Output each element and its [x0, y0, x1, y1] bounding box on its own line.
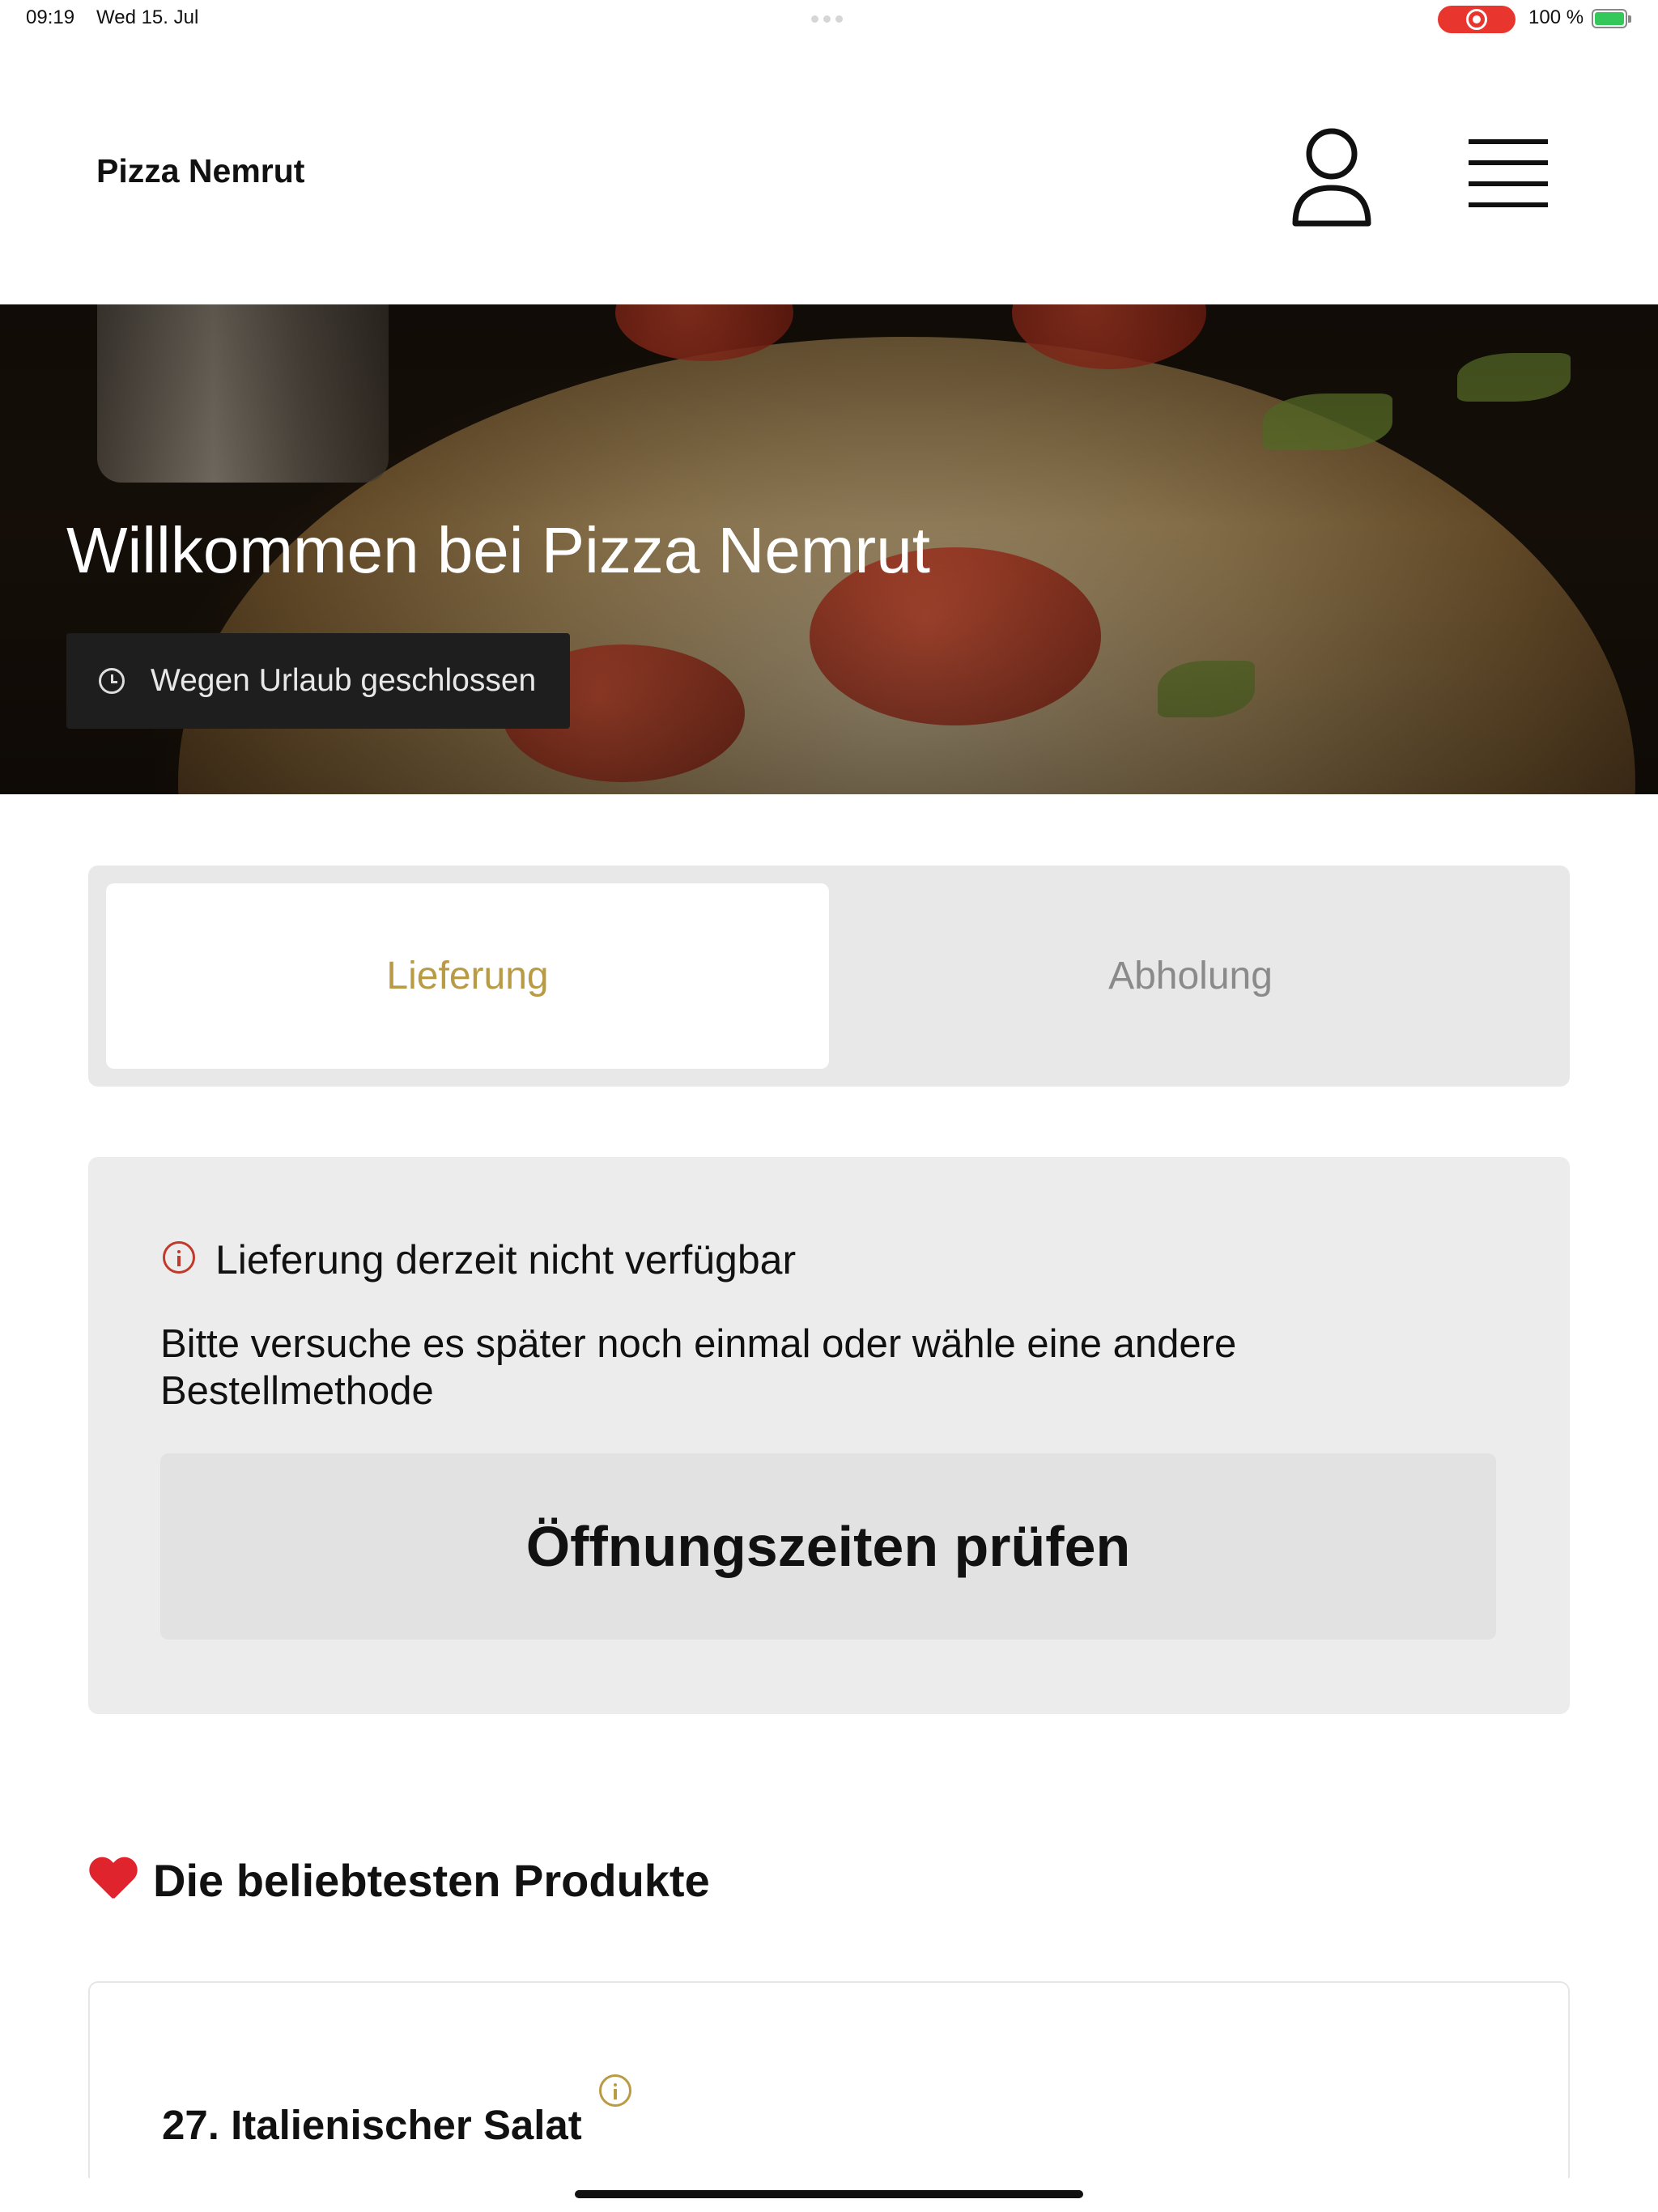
brand-name[interactable]: Pizza Nemrut — [96, 152, 304, 190]
tab-abholung[interactable]: Abholung — [829, 883, 1552, 1069]
status-time: 09:19 — [26, 6, 75, 28]
info-icon[interactable] — [599, 2074, 631, 2107]
info-icon — [163, 1241, 195, 1274]
status-bar: 09:19 Wed 15. Jul 100 % — [0, 0, 1658, 39]
battery-percent: 100 % — [1528, 6, 1584, 28]
hamburger-menu-icon[interactable] — [1464, 130, 1553, 219]
check-opening-hours-button[interactable]: Öffnungszeiten prüfen — [160, 1453, 1496, 1640]
clock-icon — [99, 668, 125, 694]
tab-lieferung[interactable]: Lieferung — [106, 883, 829, 1069]
notice-body: Bitte versuche es später noch einmal ode… — [160, 1322, 1237, 1413]
notice-title: Lieferung derzeit nicht verfügbar — [215, 1237, 797, 1283]
hero-banner: Willkommen bei Pizza Nemrut Wegen Urlaub… — [0, 304, 1658, 794]
delivery-unavailable-notice: Lieferung derzeit nicht verfügbar Bitte … — [88, 1157, 1570, 1714]
closed-status-badge: Wegen Urlaub geschlossen — [66, 633, 570, 729]
closed-status-text: Wegen Urlaub geschlossen — [151, 663, 537, 698]
multitasking-dots-icon[interactable] — [811, 15, 843, 23]
battery-icon — [1592, 9, 1631, 28]
welcome-title: Willkommen bei Pizza Nemrut — [66, 514, 930, 586]
home-indicator[interactable] — [575, 2190, 1083, 2198]
popular-products-heading: Die beliebtesten Produkte — [88, 1854, 710, 1907]
person-icon[interactable] — [1287, 125, 1376, 228]
product-name: 27. Italienischer Salat — [162, 2102, 582, 2148]
screen-recording-icon[interactable] — [1438, 6, 1516, 33]
popular-products-title: Die beliebtesten Produkte — [153, 1855, 710, 1906]
order-method-toggle: Lieferung Abholung — [88, 866, 1570, 1087]
status-date: Wed 15. Jul — [96, 6, 199, 28]
heart-icon — [88, 1858, 137, 1904]
app-header: Pizza Nemrut — [0, 39, 1658, 304]
